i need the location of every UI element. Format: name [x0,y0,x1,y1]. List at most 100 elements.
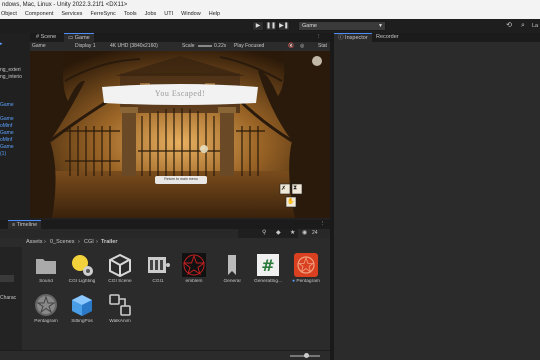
stats-button[interactable]: Stat [318,42,327,51]
menu-component[interactable]: Component [24,10,54,19]
asset-count: 24 [312,230,318,236]
asset-label: GeneralSig... [254,279,282,284]
game-tab-icon: ▭ [68,35,74,41]
mute-audio-icon[interactable]: 🔇 [288,42,294,51]
scale-slider[interactable] [198,45,212,47]
layers-dropdown[interactable]: La [528,21,540,31]
folder-tree-item[interactable]: Charac [0,295,16,301]
timeline-icon [146,253,170,277]
scene-selector-dropdown[interactable]: Game ▼ [298,21,386,31]
asset-item[interactable]: Pentagram [28,293,64,324]
play-button[interactable]: ▶ [252,21,264,31]
hierarchy-item[interactable]: ng_interio [0,74,22,80]
asset-item[interactable]: CGI1 [140,253,176,284]
collapse-icon[interactable]: ▸ [0,41,3,47]
step-button[interactable]: ▶❚ [278,21,290,31]
inspector-panel [334,42,540,360]
asset-item[interactable]: General [214,253,250,284]
tab-timeline[interactable]: ≡ Timeline [8,220,42,229]
asset-item[interactable]: WalkAnim [102,293,138,324]
tab-recorder[interactable]: Recorder [372,33,403,42]
asset-label: Pentagram [34,319,58,324]
unity-scene-icon [108,253,132,278]
search-icon[interactable]: ⌕ [518,21,528,31]
asset-item[interactable]: # GeneralSig... [250,253,286,284]
star-icon[interactable]: ★ [290,229,295,238]
svg-text:#: # [261,256,274,275]
history-icon[interactable]: ⟲ [504,21,514,31]
breadcrumb-cgi[interactable]: CGI [84,238,94,247]
folder-tree-selected[interactable] [0,275,14,282]
play-focus-dropdown[interactable]: Play Focused [234,42,264,51]
project-search-input[interactable] [238,229,298,238]
game-scene-image [30,51,330,218]
resolution-dropdown[interactable]: 4K UHD (3840x2160) [110,42,158,51]
asset-item[interactable]: SittingPos [64,293,100,324]
hierarchy-item[interactable]: oMinf [0,137,12,143]
game-mode-dropdown[interactable]: Game [32,42,46,51]
pentagram-image-icon [182,253,206,277]
hierarchy-item[interactable]: Game [0,144,14,150]
game-view-toolbar: Game Display 1 4K UHD (3840x2160) Scale … [30,42,330,51]
tab-inspector[interactable]: ⓘ Inspector [334,33,372,42]
project-folder-tree: Charac [0,247,22,350]
filter-icon[interactable]: ⚲ [262,229,266,238]
menu-tools[interactable]: Tools [123,10,138,19]
lighting-icon [70,253,94,277]
window-title: ndows, Mac, Linux - Unity 2022.3.21f1 <D… [0,0,540,10]
label-icon[interactable]: ◆ [276,229,281,238]
return-main-menu-button[interactable]: Return to main menu [155,177,207,181]
folder-icon [34,253,58,277]
hand-icon[interactable]: ✋ [287,198,294,205]
menu-uti[interactable]: UTI [163,10,174,19]
pentagram-red-icon [294,253,318,277]
hierarchy-panel: ▸ ng_exteri ng_interio Game Game oMinf G… [0,33,30,220]
breadcrumb-separator: › [78,239,80,245]
hierarchy-item[interactable]: Game [0,102,14,108]
asset-label: CGI Scene [108,279,132,284]
menu-jobs[interactable]: Jobs [144,10,158,19]
chevron-down-icon: ▼ [378,23,383,29]
asset-item[interactable]: emblem [176,253,212,284]
info-icon: ⓘ [338,35,344,41]
hierarchy-item[interactable]: oMinf [0,123,12,129]
asset-item[interactable]: ● Pentagram [288,253,324,284]
more-options-icon[interactable]: ⋮ [318,220,328,229]
more-options-icon[interactable]: ⋮ [314,33,324,42]
asset-label: WalkAnim [109,319,131,324]
tab-scene[interactable]: # Scene [32,33,60,42]
asset-label: CGI Lighting [68,279,96,284]
hierarchy-item[interactable]: (1) [0,151,6,157]
pause-button[interactable]: ❚❚ [265,21,277,31]
hierarchy-item[interactable]: Game [0,116,14,122]
display-dropdown[interactable]: Display 1 [75,42,96,51]
timeline-tab-icon: ≡ [12,222,16,228]
menu-window[interactable]: Window [180,10,202,19]
slider-handle[interactable] [304,353,309,358]
asset-item[interactable]: CGI Lighting [64,253,100,284]
hierarchy-item[interactable]: Game [0,130,14,136]
menu-services[interactable]: Services [60,10,83,19]
menu-object[interactable]: Object [0,10,18,19]
animator-icon [108,293,132,317]
pentagram-gray-icon [34,293,58,317]
menu-ferresync[interactable]: FerreSync [89,10,116,19]
tab-game[interactable]: ▭ Game [64,33,94,42]
menu-help[interactable]: Help [208,10,221,19]
breadcrumb-assets[interactable]: Assets [26,238,43,247]
game-view[interactable]: You Escaped! Return to main menu ✗ ⧗ ✋ [30,51,330,218]
asset-item[interactable]: Sound [28,253,64,284]
project-asset-grid: Sound CGI Lighting CGI Scene CGI1 emblem… [22,247,330,350]
gizmos-icon[interactable]: ◎ [300,42,304,51]
bookmark-icon [220,253,244,277]
breadcrumb-scenes[interactable]: 0_Scenes [50,238,74,247]
asset-label: emblem [185,279,203,284]
asset-item[interactable]: CGI Scene [102,253,138,284]
run-icon[interactable]: ✗ [281,185,286,192]
hierarchy-item[interactable]: ng_exteri [0,67,21,73]
asset-label: SittingPos [71,319,93,324]
breadcrumb-trailer[interactable]: Trailer [101,238,118,247]
hourglass-icon[interactable]: ⧗ [293,185,297,192]
eye-icon[interactable]: ◉ [302,229,307,238]
main-toolbar: ▶ ❚❚ ▶❚ Game ▼ ⟲ ⌕ La [0,19,540,33]
